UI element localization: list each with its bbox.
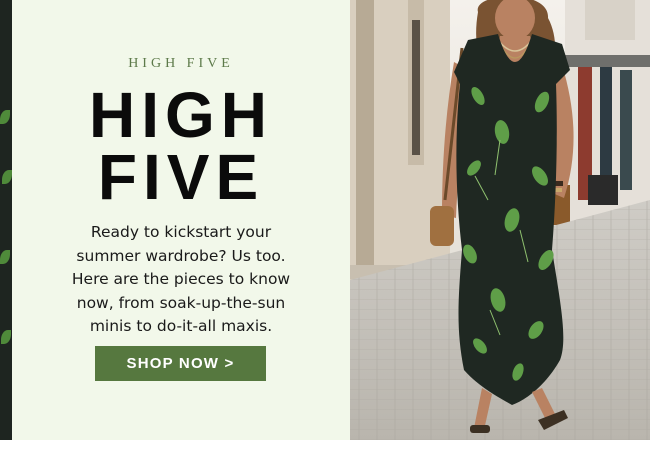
promo-description: Ready to kickstart your summer wardrobe?…: [40, 221, 322, 339]
promo-banner[interactable]: HIGH FIVE HIGH FIVE Ready to kickstart y…: [0, 0, 650, 440]
description-line: now, from soak-up-the-sun: [76, 293, 286, 312]
description-line: Here are the pieces to know: [71, 270, 291, 288]
headline-line: FIVE: [97, 141, 265, 213]
leaf-pattern-icon: [1, 330, 11, 344]
leaf-pattern-icon: [0, 110, 10, 124]
model-photo[interactable]: [350, 0, 650, 440]
leaf-pattern-icon: [2, 170, 12, 184]
leaf-pattern-icon: [0, 250, 10, 264]
shop-now-button[interactable]: SHOP NOW >: [95, 346, 266, 381]
headline-line: HIGH: [89, 79, 273, 151]
headline: HIGH FIVE: [12, 79, 350, 213]
promo-text-panel: HIGH FIVE HIGH FIVE Ready to kickstart y…: [12, 0, 350, 440]
description-line: summer wardrobe? Us too.: [76, 246, 286, 265]
description-line: Ready to kickstart your: [90, 223, 272, 241]
eyebrow-text: HIGH FIVE: [128, 56, 234, 71]
garment-edge-image: [0, 0, 12, 440]
description-line: minis to do-it-all maxis.: [89, 317, 273, 335]
model-photo-illustration: [350, 0, 650, 440]
